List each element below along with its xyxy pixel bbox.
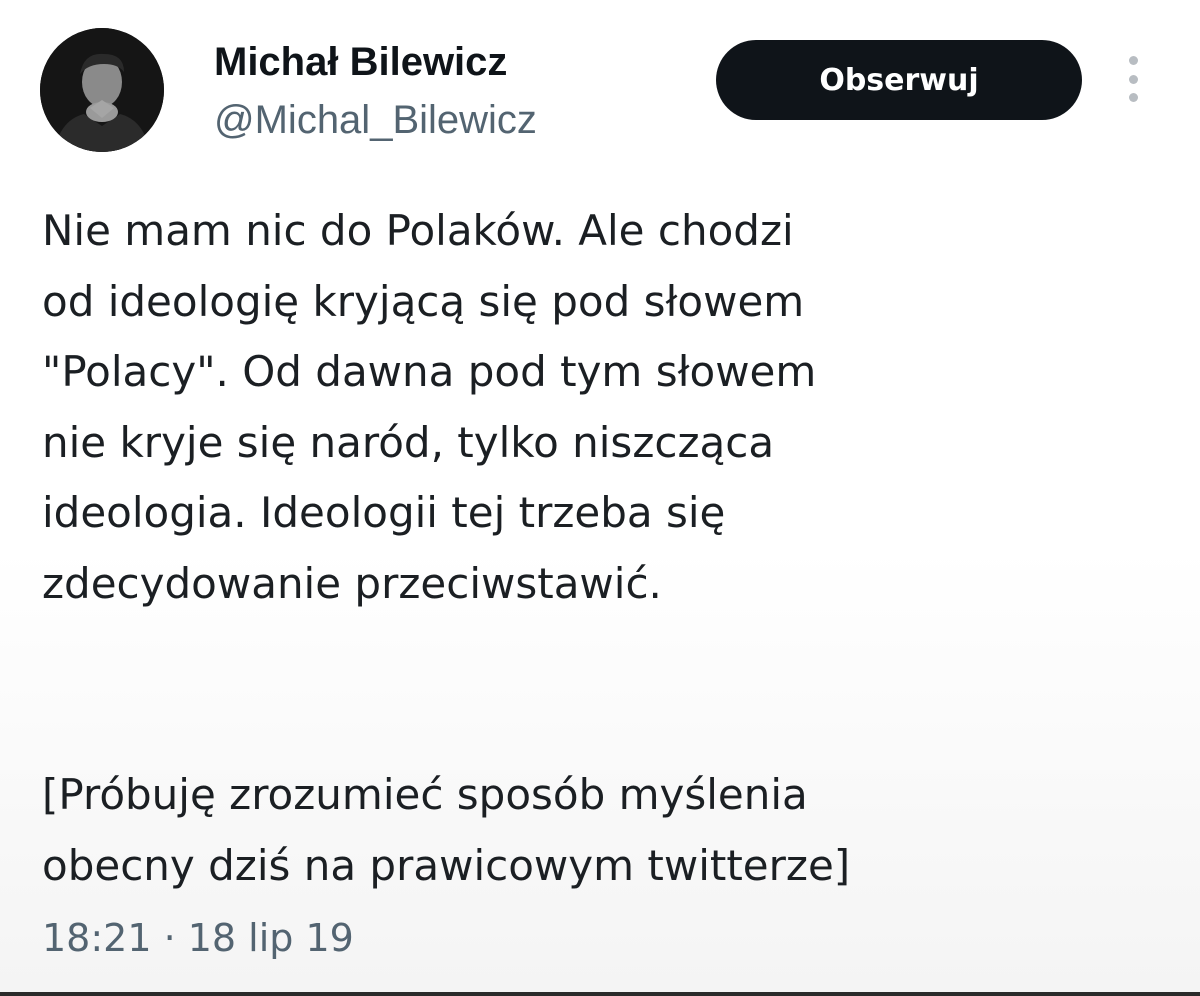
- tweet-line: nie kryje się naród, tylko niszcząca: [42, 417, 775, 467]
- follow-button[interactable]: Obserwuj: [716, 40, 1082, 120]
- avatar-photo: [40, 28, 164, 152]
- more-vertical-icon[interactable]: [1116, 56, 1150, 102]
- more-dot: [1128, 74, 1138, 84]
- tweet-line: obecny dziś na prawicowym twitterze]: [42, 840, 851, 890]
- tweet-line: "Polacy". Od dawna pod tym słowem: [42, 347, 817, 396]
- bottom-divider: [0, 992, 1200, 996]
- tweet-line: ideologia. Ideologii tej trzeba się: [42, 488, 726, 537]
- author-handle[interactable]: @Michal_Bilewicz: [214, 96, 537, 144]
- tweet-line: od ideologię kryjącą się pod słowem: [42, 276, 805, 326]
- tweet-timestamp[interactable]: 18:21 · 18 lip 19: [42, 912, 354, 964]
- tweet-line: Nie mam nic do Polaków. Ale chodzi: [42, 206, 794, 255]
- author-name[interactable]: Michał Bilewicz: [214, 38, 507, 86]
- tweet-line: zdecydowanie przeciwstawić.: [42, 558, 662, 608]
- tweet-paragraph: Nie mam nic do Polaków. Ale chodzi od id…: [42, 196, 1162, 619]
- tweet-card: Michał Bilewicz @Michal_Bilewicz Obserwu…: [0, 0, 1200, 996]
- avatar[interactable]: [40, 28, 164, 152]
- more-dot: [1128, 93, 1138, 102]
- more-dot: [1128, 56, 1138, 65]
- tweet-text: Nie mam nic do Polaków. Ale chodzi od id…: [42, 196, 1162, 901]
- tweet-paragraph: [Próbuję zrozumieć sposób myślenia obecn…: [42, 760, 1162, 901]
- tweet-line: [Próbuję zrozumieć sposób myślenia: [42, 770, 808, 819]
